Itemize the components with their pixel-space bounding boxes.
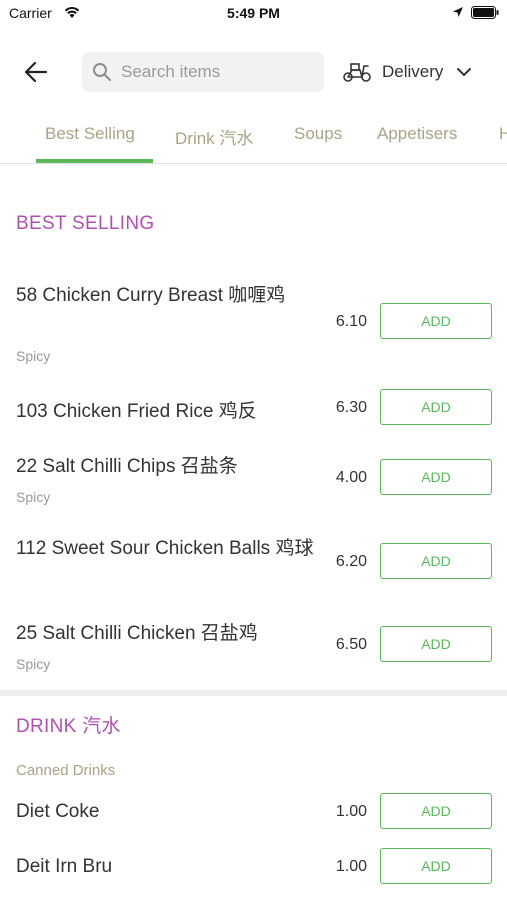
tab-appetisers[interactable]: Appetisers: [377, 124, 457, 144]
delivery-mode-selector[interactable]: Delivery: [342, 56, 472, 88]
menu-item-price: 1.00: [335, 858, 367, 875]
add-button[interactable]: ADD: [380, 389, 492, 425]
section-title-best-selling: BEST SELLING: [16, 213, 155, 234]
clock: 5:49 PM: [227, 5, 280, 21]
tab-next[interactable]: H: [499, 124, 507, 144]
menu-item-name[interactable]: 112 Sweet Sour Chicken Balls 鸡球: [16, 534, 316, 564]
menu-item-price: 6.10: [335, 313, 367, 330]
category-tabs: Best Selling Drink 汽水 Soups Appetisers H: [0, 112, 507, 164]
menu-item-price: 6.30: [335, 399, 367, 416]
menu-item-tag: Spicy: [16, 348, 51, 364]
chevron-down-icon: [457, 68, 472, 76]
tab-drink[interactable]: Drink 汽水: [175, 124, 253, 149]
menu-item-name[interactable]: Diet Coke: [16, 797, 316, 827]
section-title-drink: DRINK 汽水: [16, 716, 121, 737]
status-bar: Carrier 5:49 PM: [0, 0, 507, 28]
delivery-label: Delivery: [382, 62, 444, 81]
menu-item-name[interactable]: Deit Irn Bru: [16, 852, 316, 882]
menu-item-name[interactable]: 22 Salt Chilli Chips 召盐条: [16, 452, 316, 482]
menu-item-tag: Spicy: [16, 656, 51, 672]
menu-item-name[interactable]: 103 Chicken Fried Rice 鸡反: [16, 397, 316, 427]
add-button[interactable]: ADD: [380, 848, 492, 884]
add-button[interactable]: ADD: [380, 793, 492, 829]
search-bar[interactable]: [82, 52, 324, 92]
menu-item-price: 1.00: [335, 803, 367, 820]
battery-icon: [471, 6, 499, 19]
subcategory-title: Canned Drinks: [16, 762, 116, 779]
search-icon: [93, 63, 111, 81]
search-input[interactable]: [121, 62, 311, 82]
menu-item-tag: Spicy: [16, 489, 51, 505]
add-button[interactable]: ADD: [380, 459, 492, 495]
scooter-icon: [343, 63, 371, 82]
menu-item-price: 4.00: [335, 469, 367, 486]
menu-item-name[interactable]: 58 Chicken Curry Breast 咖喱鸡: [16, 281, 316, 311]
location-arrow-icon: [453, 7, 463, 17]
tab-best-selling[interactable]: Best Selling: [45, 124, 135, 144]
back-button[interactable]: [20, 58, 52, 86]
tab-soups[interactable]: Soups: [294, 124, 342, 144]
top-bar: Delivery: [0, 48, 507, 96]
menu-item-name[interactable]: 25 Salt Chilli Chicken 召盐鸡: [16, 619, 316, 649]
add-button[interactable]: ADD: [380, 543, 492, 579]
back-arrow-icon: [24, 61, 48, 83]
menu-item-price: 6.20: [335, 553, 367, 570]
section-divider: [0, 690, 507, 696]
add-button[interactable]: ADD: [380, 626, 492, 662]
add-button[interactable]: ADD: [380, 303, 492, 339]
active-tab-indicator: [36, 159, 153, 163]
menu-item-price: 6.50: [335, 636, 367, 653]
